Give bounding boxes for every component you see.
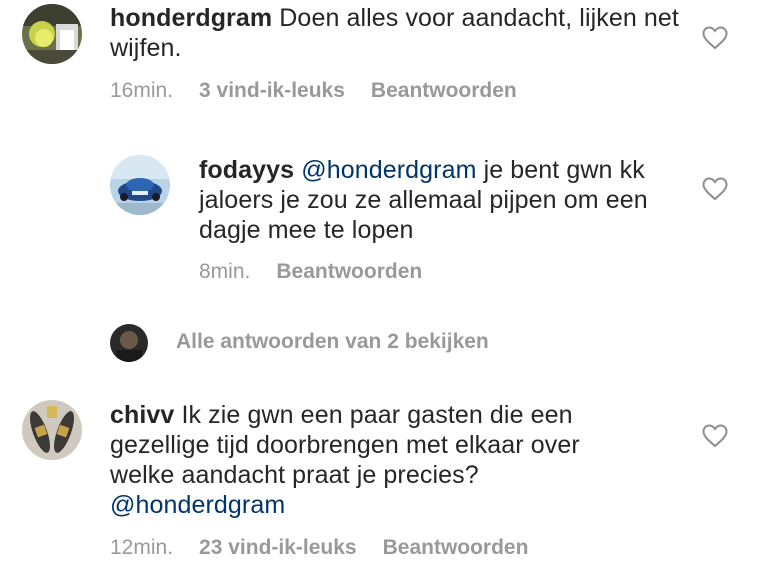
heart-outline-icon[interactable] xyxy=(702,26,728,50)
avatar-reply-preview xyxy=(110,324,148,362)
avatar-chivv[interactable] xyxy=(22,400,82,460)
comment-meta: 8min. Beantwoorden xyxy=(199,260,422,284)
avatar-fodayys[interactable] xyxy=(110,155,170,215)
comment-text: fodayys @honderdgram je bent gwn kk jalo… xyxy=(199,155,669,245)
comment-text: chivv Ik zie gwn een paar gasten die een… xyxy=(110,400,640,520)
mention-link[interactable]: @honderdgram xyxy=(110,491,285,519)
avatar-honderdgram[interactable] xyxy=(22,4,82,64)
comment-likes-link[interactable]: 23 vind-ik-leuks xyxy=(199,536,357,559)
comment-text: honderdgram Doen alles voor aandacht, li… xyxy=(110,3,690,63)
mention-link[interactable]: @honderdgram xyxy=(301,156,476,184)
comment-time: 8min. xyxy=(199,260,251,283)
comment-meta: 16min. 3 vind-ik-leuks Beantwoorden xyxy=(110,79,517,103)
comment-username[interactable]: fodayys xyxy=(199,156,294,184)
comment-body: Ik zie gwn een paar gasten die een gezel… xyxy=(110,401,580,489)
comment-username[interactable]: honderdgram xyxy=(110,4,272,32)
view-replies-link[interactable]: Alle antwoorden van 2 bekijken xyxy=(176,330,489,354)
comment-likes-link[interactable]: 3 vind-ik-leuks xyxy=(199,79,345,102)
reply-button[interactable]: Beantwoorden xyxy=(383,536,529,559)
comment-meta: 12min. 23 vind-ik-leuks Beantwoorden xyxy=(110,536,528,560)
heart-outline-icon[interactable] xyxy=(702,424,728,448)
comment-time: 12min. xyxy=(110,536,174,559)
comment-username[interactable]: chivv xyxy=(110,401,174,429)
reply-button[interactable]: Beantwoorden xyxy=(276,260,422,283)
comment-time: 16min. xyxy=(110,79,174,102)
heart-outline-icon[interactable] xyxy=(702,177,728,201)
reply-button[interactable]: Beantwoorden xyxy=(371,79,517,102)
